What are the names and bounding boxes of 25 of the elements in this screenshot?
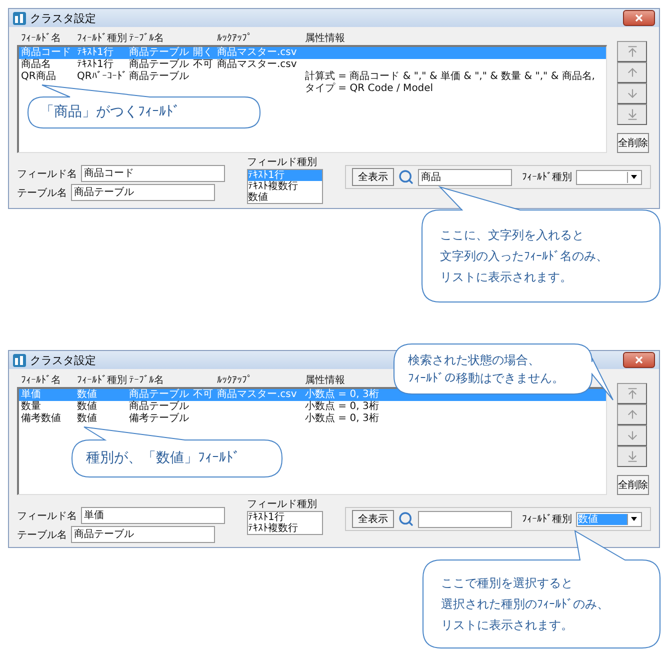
callout-tooltip-text: 「商品」がつくﾌｨｰﾙﾄﾞ: [40, 103, 180, 122]
window-title: クラスタ設定: [30, 352, 96, 368]
column-header: ﾌｨｰﾙﾄﾞ種別: [77, 374, 128, 387]
field-type-label: フィールド種別: [247, 499, 318, 511]
callout-tooltip-text: ここで種別を選択すると 選択された種別のﾌｨｰﾙﾄﾞのみ、 リストに表示されます。: [441, 574, 609, 634]
column-header: ﾃｰﾌﾞﾙ名: [129, 32, 165, 45]
column-header: ﾃｰﾌﾞﾙ名: [129, 374, 165, 387]
column-header: 属性情報: [305, 374, 346, 387]
field-type-label: フィールド種別: [247, 157, 318, 169]
column-header: ﾙｯｸｱｯﾌﾟ: [217, 32, 253, 44]
column-header: 属性情報: [305, 32, 346, 45]
callout-tooltip-text: 種別が、「数値」ﾌｨｰﾙﾄﾞ: [86, 449, 240, 468]
column-header: ﾌｨｰﾙﾄﾞ名: [21, 32, 62, 45]
window-title: クラスタ設定: [30, 10, 96, 26]
field-label: フィールド名: [17, 510, 78, 522]
type-filter-label: ﾌｨｰﾙﾄﾞ種別: [522, 170, 572, 184]
callout-tooltip-text: 検索された状態の場合、 ﾌｨｰﾙﾄﾞの移動はできません。: [408, 352, 564, 387]
column-header: ﾌｨｰﾙﾄﾞ種別: [77, 32, 128, 45]
field-label: テーブル名: [17, 528, 68, 542]
column-header: ﾙｯｸｱｯﾌﾟ: [217, 374, 253, 386]
field-label: テーブル名: [17, 186, 68, 200]
type-filter-label: ﾌｨｰﾙﾄﾞ種別: [522, 512, 572, 526]
callout-tooltip-text: ここに、文字列を入れると 文字列の入ったﾌｨｰﾙﾄﾞ名のみ、 リストに表示されます。: [440, 226, 608, 286]
field-label: フィールド名: [17, 168, 78, 180]
column-header: ﾌｨｰﾙﾄﾞ名: [21, 374, 62, 387]
